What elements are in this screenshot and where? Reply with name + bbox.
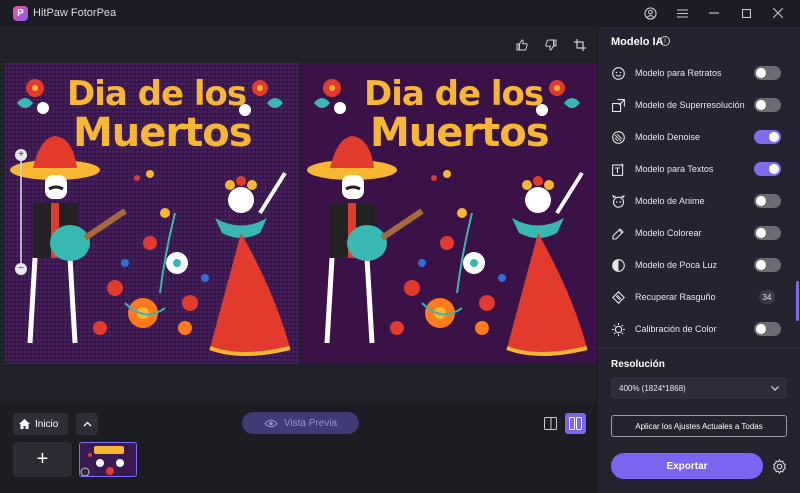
model-row-poca-luz: Modelo de Poca Luz bbox=[611, 255, 791, 275]
app-title: HitPaw FotorPea bbox=[33, 7, 117, 19]
panel-scrollbar[interactable] bbox=[796, 281, 799, 321]
single-view-button[interactable] bbox=[540, 413, 561, 434]
resolution-value: 400% (1824*1868) bbox=[619, 383, 686, 393]
toggle-calibracion[interactable] bbox=[754, 322, 781, 336]
model-label: Modelo de Anime bbox=[635, 196, 705, 206]
original-image[interactable]: Dia de los Muertos bbox=[5, 63, 300, 364]
eye-icon bbox=[264, 419, 278, 427]
text-icon bbox=[611, 162, 625, 176]
portrait-icon bbox=[611, 66, 625, 80]
calibration-icon bbox=[611, 322, 625, 336]
toggle-denoise[interactable] bbox=[754, 130, 781, 144]
maximize-button[interactable] bbox=[735, 3, 757, 23]
zoom-out-icon[interactable]: − bbox=[15, 263, 27, 275]
superres-icon bbox=[611, 98, 625, 112]
apply-all-button[interactable]: Aplicar los Ajustes Actuales a Todas bbox=[611, 415, 787, 437]
model-row-retratos: Modelo para Retratos bbox=[611, 63, 791, 83]
inicio-button[interactable]: Inicio bbox=[13, 413, 68, 435]
menu-button[interactable] bbox=[671, 3, 693, 23]
poster-title-line2: Muertos bbox=[73, 110, 253, 156]
close-button[interactable] bbox=[767, 3, 789, 23]
vista-previa-button[interactable]: Vista Previa bbox=[242, 412, 359, 434]
model-row-calibracion: Calibración de Color bbox=[611, 319, 791, 339]
model-label: Modelo para Textos bbox=[635, 164, 714, 174]
panel-divider bbox=[598, 348, 800, 349]
model-label: Modelo Denoise bbox=[635, 132, 701, 142]
model-label: Modelo de Superresolución bbox=[635, 100, 745, 110]
inicio-label: Inicio bbox=[35, 418, 59, 430]
add-image-button[interactable]: + bbox=[13, 442, 72, 477]
title-bar: P HitPaw FotorPea bbox=[0, 0, 800, 27]
colorize-icon bbox=[611, 226, 625, 240]
model-label: Modelo Colorear bbox=[635, 228, 702, 238]
scratch-icon bbox=[611, 290, 625, 304]
info-icon[interactable]: i bbox=[660, 36, 670, 46]
vista-previa-label: Vista Previa bbox=[283, 417, 338, 429]
model-row-colorear: Modelo Colorear bbox=[611, 223, 791, 243]
user-icon bbox=[643, 6, 657, 20]
settings-button[interactable] bbox=[770, 457, 788, 475]
model-label: Calibración de Color bbox=[635, 324, 717, 334]
model-ia-title: Modelo IA bbox=[611, 36, 664, 48]
poster-title-line2: Muertos bbox=[370, 110, 550, 156]
zoom-in-icon[interactable]: + bbox=[15, 149, 27, 161]
close-icon bbox=[773, 8, 783, 18]
crop-button[interactable] bbox=[572, 38, 588, 52]
toggle-superresolucion[interactable] bbox=[754, 98, 781, 112]
minimize-icon bbox=[709, 12, 719, 14]
chevron-down-icon bbox=[771, 385, 779, 391]
image-thumbnail[interactable] bbox=[79, 442, 137, 477]
export-button[interactable]: Exportar bbox=[611, 453, 763, 479]
lowlight-icon bbox=[611, 258, 625, 272]
model-row-superresolucion: Modelo de Superresolución bbox=[611, 95, 791, 115]
model-label: Recuperar Rasguño bbox=[635, 292, 716, 302]
thumbs-down-icon bbox=[545, 39, 557, 51]
count-badge[interactable]: 34 bbox=[759, 290, 775, 304]
enhanced-image[interactable]: Dia de los Muertos bbox=[302, 63, 597, 364]
dislike-button[interactable] bbox=[543, 38, 559, 52]
split-view-button[interactable] bbox=[565, 413, 586, 434]
zoom-slider[interactable] bbox=[20, 151, 22, 271]
home-icon bbox=[19, 419, 30, 429]
toggle-retratos[interactable] bbox=[754, 66, 781, 80]
hamburger-icon bbox=[676, 8, 688, 18]
like-button[interactable] bbox=[514, 38, 530, 52]
chevron-up-icon bbox=[83, 421, 91, 427]
model-row-denoise: Modelo Denoise bbox=[611, 127, 791, 147]
model-label: Modelo para Retratos bbox=[635, 68, 722, 78]
crop-icon bbox=[574, 39, 586, 51]
model-row-rasguno: Recuperar Rasguño 34 bbox=[611, 287, 791, 307]
resolution-select[interactable]: 400% (1824*1868) bbox=[611, 377, 787, 399]
single-view-icon bbox=[544, 417, 557, 430]
toggle-colorear[interactable] bbox=[754, 226, 781, 240]
toggle-textos[interactable] bbox=[754, 162, 781, 176]
gear-icon bbox=[772, 458, 786, 474]
collapse-button[interactable] bbox=[76, 413, 98, 435]
poster-title-line1: Dia de los bbox=[364, 74, 544, 114]
poster-title-line1: Dia de los bbox=[67, 74, 247, 114]
model-label: Modelo de Poca Luz bbox=[635, 260, 718, 270]
resolution-title: Resolución bbox=[611, 359, 665, 370]
model-row-textos: Modelo para Textos bbox=[611, 159, 791, 179]
anime-icon bbox=[611, 194, 625, 208]
denoise-icon bbox=[611, 130, 625, 144]
thumbs-up-icon bbox=[516, 39, 528, 51]
toggle-poca-luz[interactable] bbox=[754, 258, 781, 272]
account-button[interactable] bbox=[639, 3, 661, 23]
maximize-icon bbox=[741, 8, 751, 18]
minimize-button[interactable] bbox=[703, 3, 725, 23]
split-view-icon bbox=[569, 417, 582, 430]
thumbnail-art bbox=[80, 443, 136, 476]
app-logo-icon: P bbox=[13, 6, 28, 21]
toggle-anime[interactable] bbox=[754, 194, 781, 208]
model-row-anime: Modelo de Anime bbox=[611, 191, 791, 211]
